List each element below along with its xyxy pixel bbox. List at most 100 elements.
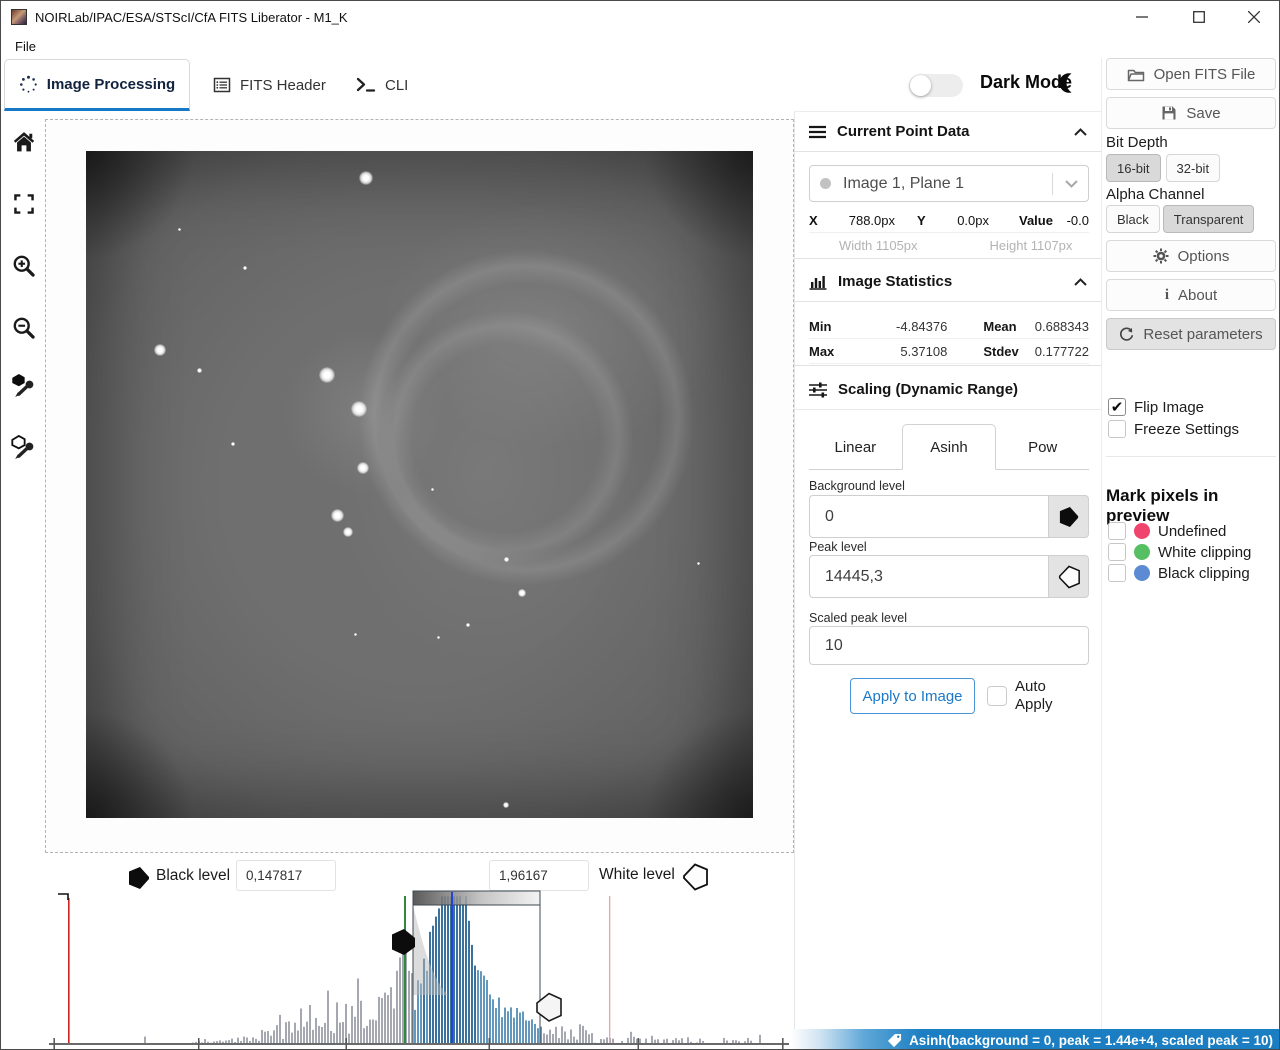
axis-origin-bracket [58, 894, 68, 900]
scaling-header[interactable]: Scaling (Dynamic Range) [795, 370, 1101, 410]
sidebar-divider [1106, 456, 1276, 457]
current-point-data-header[interactable]: Current Point Data [795, 112, 1101, 152]
black-level-handle[interactable] [392, 929, 415, 955]
min-label: Min [809, 319, 860, 334]
reset-icon [1119, 327, 1134, 342]
max-value: 5.37108 [860, 344, 947, 359]
star [154, 344, 166, 356]
mark-undefined-row: Undefined [1108, 522, 1226, 540]
image-statistics-title: Image Statistics [838, 273, 1063, 290]
title-bar: NOIRLab/IPAC/ESA/STScI/CfA FITS Liberato… [1, 1, 1280, 33]
window-title: NOIRLab/IPAC/ESA/STScI/CfA FITS Liberato… [35, 10, 348, 25]
background-level-input[interactable]: 0 [809, 495, 1049, 538]
image-statistics-header[interactable]: Image Statistics [795, 262, 1101, 302]
histogram-chart [46, 889, 791, 1050]
info-icon: i [1165, 287, 1169, 304]
scaling-title: Scaling (Dynamic Range) [838, 381, 1087, 398]
chevron-down-icon [1065, 180, 1078, 188]
white-clipping-label: White clipping [1158, 544, 1251, 561]
zoom-in-button[interactable] [11, 253, 37, 279]
scaling-tab-asinh[interactable]: Asinh [902, 424, 997, 470]
toggle-knob [910, 75, 931, 96]
section-divider [795, 258, 1101, 259]
save-label: Save [1186, 105, 1220, 122]
star [351, 401, 367, 417]
home-button[interactable] [11, 129, 37, 155]
home-icon [12, 130, 36, 154]
plane-selector-dropdown[interactable]: Image 1, Plane 1 [809, 165, 1089, 202]
peak-level-label: Peak level [809, 540, 867, 554]
menu-file[interactable]: File [11, 37, 40, 56]
peak-level-input[interactable]: 14445,3 [809, 555, 1049, 598]
stdev-value: 0.177722 [1035, 344, 1089, 359]
background-level-group: 0 [809, 495, 1089, 538]
image-height: Height 1107px [990, 238, 1073, 253]
about-label: About [1178, 287, 1217, 304]
auto-apply-checkbox[interactable] [987, 686, 1007, 706]
maximize-button[interactable] [1176, 1, 1222, 33]
scaling-tab-linear[interactable]: Linear [809, 425, 902, 470]
bit-depth-16-button[interactable]: 16-bit [1106, 154, 1161, 182]
collapse-chevron-icon[interactable] [1074, 278, 1087, 286]
pick-background-button[interactable] [1049, 495, 1089, 538]
star-layer [86, 151, 753, 818]
star [697, 562, 700, 565]
white-level-input[interactable]: 1,96167 [489, 860, 589, 891]
collapse-chevron-icon[interactable] [1074, 128, 1087, 136]
panel-divider [1101, 58, 1102, 1050]
white-level-picker-button[interactable] [11, 434, 37, 460]
max-label: Max [809, 344, 860, 359]
gear-icon [1153, 248, 1169, 264]
dark-mode-toggle[interactable] [909, 74, 963, 97]
reset-parameters-button[interactable]: Reset parameters [1106, 318, 1276, 350]
star [331, 509, 344, 522]
about-button[interactable]: i About [1106, 279, 1276, 311]
alpha-black-button[interactable]: Black [1106, 205, 1160, 233]
zoom-out-button[interactable] [11, 315, 37, 341]
scaled-peak-input[interactable]: 10 [809, 626, 1089, 665]
status-bar: Asinh(background = 0, peak = 1.44e+4, sc… [791, 1029, 1280, 1050]
background-level-line [404, 896, 406, 1044]
black-level-input[interactable]: 0,147817 [236, 860, 336, 891]
white-level-picker-icon [11, 434, 37, 460]
white-level-handle[interactable] [537, 994, 561, 1022]
star [319, 367, 335, 383]
save-button[interactable]: Save [1106, 97, 1276, 129]
plane-status-dot [820, 178, 831, 189]
white-level-label: White level [599, 866, 675, 884]
star [466, 623, 470, 627]
undefined-checkbox[interactable] [1108, 522, 1126, 540]
mean-line [451, 892, 453, 1044]
tab-fits-header[interactable]: FITS Header [213, 59, 326, 111]
black-clipping-checkbox[interactable] [1108, 564, 1126, 582]
image-dimensions-row: Width 1105px Height 1107px [809, 233, 1089, 258]
freeze-settings-checkbox[interactable] [1108, 420, 1126, 438]
open-fits-file-label: Open FITS File [1154, 66, 1256, 83]
flip-image-checkbox[interactable]: ✔ [1108, 398, 1126, 416]
scaling-tab-pow[interactable]: Pow [996, 425, 1089, 470]
stretch-gradient-band [413, 891, 540, 905]
flip-image-row: ✔ Flip Image [1108, 398, 1204, 416]
tab-image-processing[interactable]: Image Processing [4, 59, 190, 111]
pick-peak-button[interactable] [1049, 555, 1089, 598]
close-button[interactable] [1231, 1, 1277, 33]
star [354, 633, 357, 636]
minimize-button[interactable] [1119, 1, 1165, 33]
black-level-picker-button[interactable] [11, 372, 37, 398]
star [431, 488, 434, 491]
fit-view-button[interactable] [11, 191, 37, 217]
plane-selector-value: Image 1, Plane 1 [843, 175, 1040, 193]
black-clipping-color-dot [1134, 565, 1150, 581]
black-clipping-label: Black clipping [1158, 565, 1250, 582]
star [359, 171, 373, 185]
zoom-out-icon [12, 316, 36, 340]
apply-to-image-button[interactable]: Apply to Image [850, 678, 975, 714]
options-button[interactable]: Options [1106, 240, 1276, 272]
alpha-transparent-button[interactable]: Transparent [1163, 205, 1255, 233]
open-fits-file-button[interactable]: Open FITS File [1106, 58, 1276, 90]
minimize-icon [1136, 11, 1148, 23]
tab-cli[interactable]: CLI [356, 59, 408, 111]
white-clipping-checkbox[interactable] [1108, 543, 1126, 561]
black-level-marker-icon [128, 866, 150, 890]
bit-depth-32-button[interactable]: 32-bit [1166, 154, 1221, 182]
